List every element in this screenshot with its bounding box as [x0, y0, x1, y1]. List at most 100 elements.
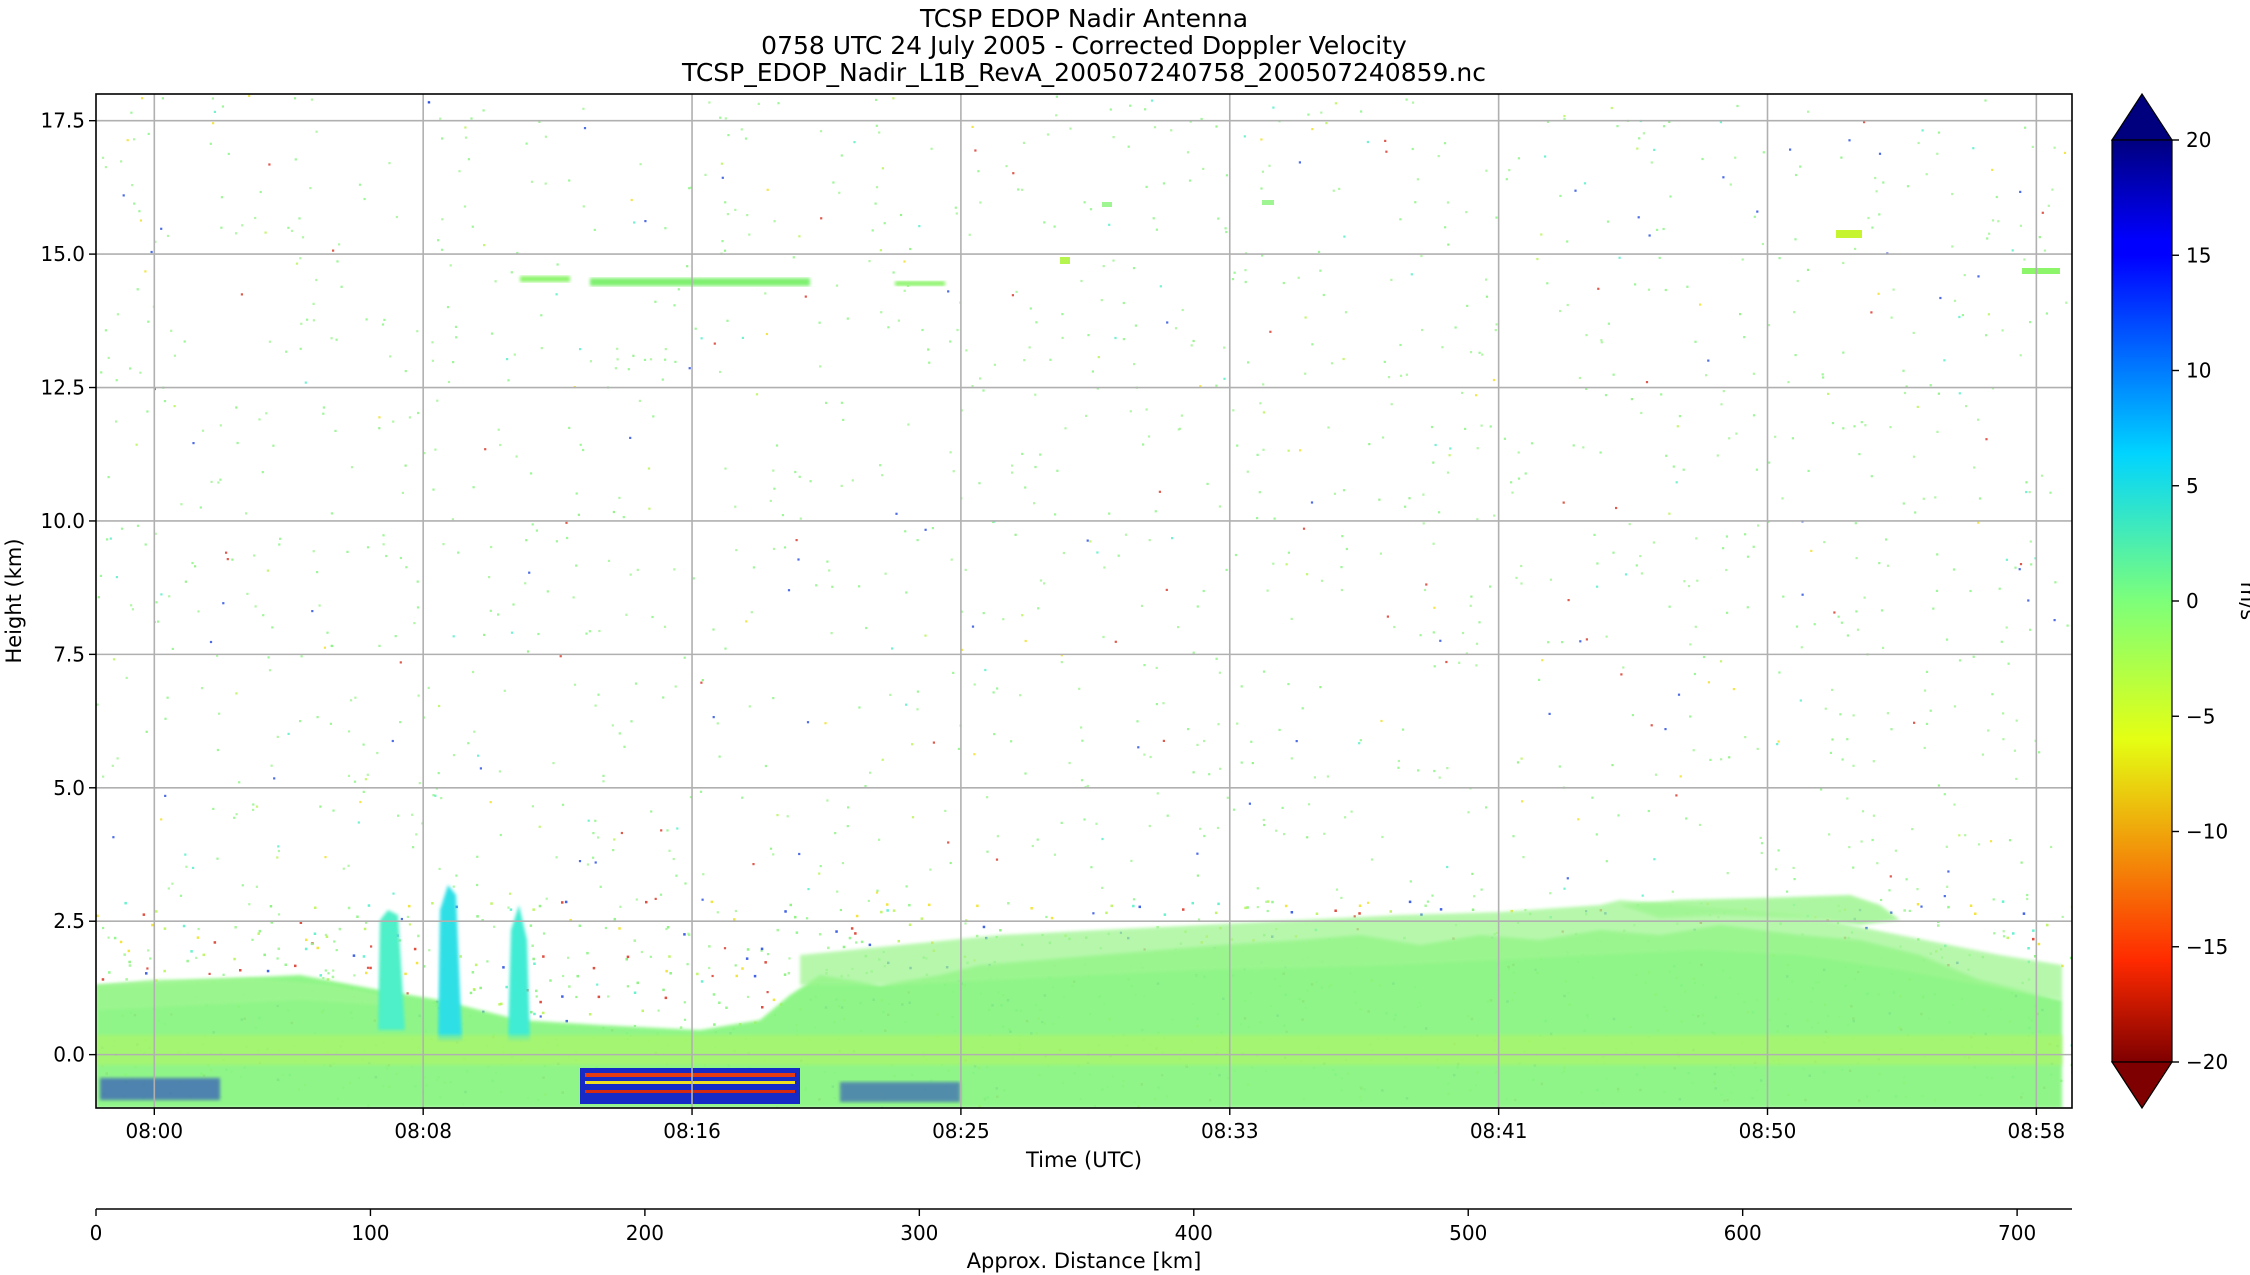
speckle-dot: [277, 849, 280, 853]
speckle-dot: [1387, 376, 1391, 379]
speckle-dot: [1687, 585, 1691, 588]
speckle-dot: [1290, 617, 1293, 620]
speckle-dot: [1637, 216, 1640, 219]
speckle-dot: [1358, 742, 1361, 745]
speckle-dot: [1035, 321, 1038, 324]
speckle-dot: [1852, 764, 1855, 767]
speckle-dot: [1855, 610, 1858, 613]
speckle-dot: [2019, 190, 2022, 193]
speckle-dot: [746, 214, 749, 217]
speckle-dot: [928, 361, 931, 364]
speckle-dot: [1345, 547, 1348, 551]
speckle-dot: [1381, 835, 1384, 839]
speckle-dot: [142, 913, 146, 916]
speckle-dot: [905, 591, 908, 594]
speckle-dot: [1905, 878, 1908, 881]
speckle-dot: [385, 554, 388, 558]
speckle-dot: [1828, 833, 1831, 836]
speckle-dot: [993, 363, 996, 366]
speckle-dot: [1322, 293, 1325, 297]
speckle-dot: [542, 1011, 545, 1015]
speckle-dot: [2043, 249, 2046, 252]
speckle-dot: [1842, 261, 1845, 265]
speckle-dot: [1476, 518, 1479, 521]
distance-tick-label: 700: [1998, 1221, 2036, 1245]
speckle-dot: [1206, 482, 1209, 485]
speckle-dot: [2037, 942, 2041, 946]
speckle-dot: [1920, 905, 1923, 908]
speckle-dot: [1251, 762, 1254, 765]
speckle-dot: [1842, 427, 1845, 430]
speckle-dot: [1285, 563, 1288, 566]
speckle-dot: [1256, 906, 1259, 909]
speckle-dot: [1218, 671, 1221, 674]
speckle-dot: [155, 910, 158, 913]
speckle-dot: [986, 796, 989, 799]
speckle-dot: [735, 549, 738, 552]
speckle-dot: [524, 582, 527, 585]
speckle-dot: [889, 693, 892, 696]
speckle-dot: [2013, 749, 2016, 752]
speckle-dot: [1340, 566, 1343, 569]
colorbar-tick-label: 5: [2186, 474, 2199, 498]
speckle-dot: [1262, 818, 1265, 821]
speckle-dot: [1793, 311, 1796, 314]
speckle-dot: [1827, 392, 1830, 395]
speckle-dot: [1262, 670, 1266, 673]
speckle-dot: [643, 358, 647, 361]
speckle-dot: [711, 974, 714, 978]
speckle-dot: [1275, 829, 1278, 832]
speckle-dot: [107, 356, 110, 359]
speckle-dot: [745, 957, 749, 960]
speckle-dot: [236, 441, 239, 445]
speckle-dot: [161, 97, 164, 100]
speckle-dot: [1046, 133, 1050, 136]
speckle-dot: [354, 696, 357, 699]
speckle-dot: [2025, 481, 2028, 484]
speckle-dot: [316, 571, 319, 574]
speckle-dot: [366, 966, 370, 969]
speckle-dot: [483, 244, 486, 247]
speckle-dot: [293, 97, 297, 100]
speckle-dot: [2028, 491, 2031, 494]
speckle-dot: [499, 833, 502, 837]
speckle-dot: [254, 216, 257, 220]
speckle-dot: [1133, 363, 1136, 366]
speckle-dot: [734, 505, 737, 508]
speckle-dot: [446, 306, 450, 309]
speckle-dot: [1262, 383, 1265, 386]
speckle-dot: [1379, 552, 1382, 555]
speckle-dot: [365, 971, 368, 975]
speckle-dot: [160, 227, 163, 230]
speckle-dot: [1320, 111, 1323, 114]
speckle-dot: [227, 152, 230, 155]
speckle-dot: [1902, 369, 1905, 372]
speckle-dot: [326, 631, 329, 634]
speckle-dot: [748, 705, 751, 708]
speckle-dot: [1903, 909, 1906, 912]
speckle-dot: [2008, 839, 2012, 842]
speckle-dot: [438, 867, 441, 870]
speckle-dot: [300, 322, 303, 325]
speckle-dot: [1401, 728, 1405, 731]
speckle-dot: [1262, 448, 1265, 451]
speckle-dot: [506, 358, 509, 361]
speckle-dot: [1888, 889, 1891, 892]
speckle-dot: [577, 513, 580, 516]
speckle-dot: [362, 743, 365, 746]
speckle-dot: [599, 885, 602, 888]
speckle-dot: [1215, 125, 1218, 128]
speckle-dot: [1144, 108, 1147, 111]
speckle-dot: [334, 429, 337, 432]
speckle-dot: [1746, 606, 1749, 609]
speckle-dot: [1233, 271, 1236, 274]
speckle-dot: [1599, 451, 1602, 454]
speckle-dot: [2002, 712, 2005, 715]
speckle-dot: [1945, 638, 1949, 641]
speckle-dot: [1333, 492, 1336, 495]
speckle-dot: [1728, 756, 1731, 759]
speckle-dot: [1393, 625, 1396, 629]
speckle-dot: [119, 940, 123, 944]
speckle-dot: [101, 978, 105, 981]
speckle-dot: [261, 471, 264, 474]
